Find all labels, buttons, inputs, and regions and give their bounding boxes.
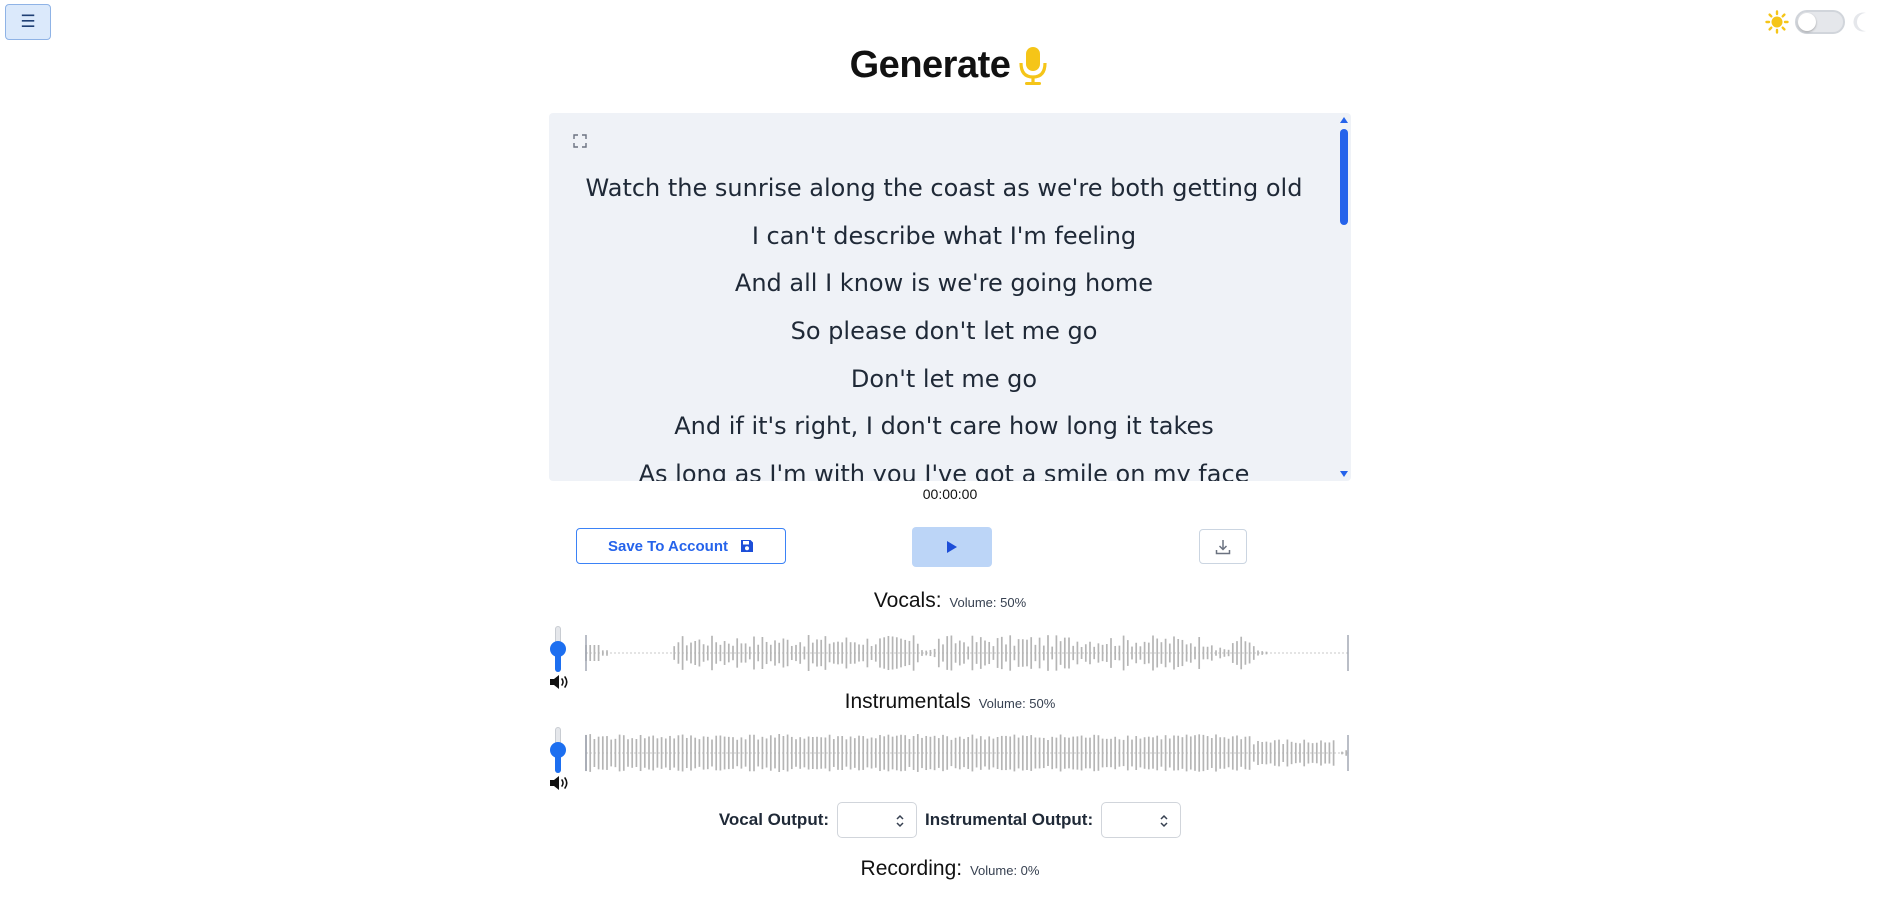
sun-icon	[1765, 10, 1789, 34]
lyric-line: And all I know is we're going home	[734, 269, 1154, 298]
instrumentals-track-header: Instrumentals Volume: 50%	[0, 690, 1879, 714]
instrumentals-speaker-icon[interactable]	[549, 775, 571, 791]
menu-button[interactable]: ☰	[5, 4, 51, 40]
lyric-line: Watch the sunrise along the coast as we'…	[585, 174, 1303, 202]
hamburger-icon: ☰	[20, 12, 36, 31]
vocals-waveform[interactable]	[584, 631, 1352, 675]
instrumentals-label: Instrumentals	[844, 690, 971, 713]
slider-thumb[interactable]	[550, 742, 566, 758]
instrumentals-volume-slider[interactable]	[550, 727, 566, 773]
theme-toggle-group	[1765, 10, 1871, 34]
expand-icon[interactable]	[572, 133, 588, 149]
chevron-updown-icon	[1160, 814, 1168, 828]
vocals-volume-slider[interactable]	[550, 626, 566, 672]
dark-mode-toggle[interactable]	[1795, 10, 1845, 34]
download-button[interactable]	[1199, 529, 1247, 564]
scrollbar-thumb[interactable]	[1340, 129, 1348, 225]
lyrics-lines: Watch the sunrise along the coast as we'…	[549, 165, 1339, 481]
save-button-label: Save To Account	[607, 537, 729, 555]
playback-timecode: 00:00:00	[922, 486, 978, 502]
lyrics-scrollbar[interactable]	[1337, 113, 1351, 481]
vocal-output-select[interactable]	[837, 802, 918, 838]
lyric-line: As long as I'm with you I've got a smile…	[638, 460, 1250, 481]
recording-track-header: Recording: Volume: 0%	[0, 857, 1879, 881]
vocals-speaker-icon[interactable]	[549, 674, 571, 690]
scroll-down-arrow-icon[interactable]	[1340, 471, 1348, 477]
page-title-row: Generate	[0, 44, 1879, 87]
play-icon	[947, 541, 957, 553]
save-to-account-button[interactable]: Save To Account	[576, 528, 786, 564]
output-selectors: Vocal Output: Instrumental Output:	[0, 802, 1879, 838]
instrumental-output-select[interactable]	[1101, 802, 1182, 838]
vocal-output-label: Vocal Output:	[718, 810, 830, 829]
lyric-line: So please don't let me go	[790, 317, 1098, 346]
recording-volume-readout: Volume: 0%	[970, 863, 1040, 878]
instrumentals-waveform[interactable]	[584, 731, 1352, 775]
scroll-up-arrow-icon[interactable]	[1340, 117, 1348, 123]
vocals-volume-readout: Volume: 50%	[949, 595, 1027, 610]
slider-thumb[interactable]	[550, 641, 566, 657]
lyric-line: And if it's right, I don't care how long…	[674, 412, 1214, 441]
play-button[interactable]	[912, 527, 992, 567]
recording-label: Recording:	[860, 857, 963, 880]
lyrics-panel[interactable]: Watch the sunrise along the coast as we'…	[549, 113, 1351, 481]
vocals-label: Vocals:	[873, 589, 942, 612]
vocals-track-header: Vocals: Volume: 50%	[0, 589, 1879, 613]
chevron-updown-icon	[896, 814, 904, 828]
download-icon	[1215, 539, 1231, 554]
page-title: Generate	[849, 44, 1011, 86]
instrumentals-volume-readout: Volume: 50%	[978, 696, 1056, 711]
instrumental-output-label: Instrumental Output:	[925, 810, 1094, 829]
lyric-line: I can't describe what I'm feeling	[751, 221, 1137, 250]
floppy-disk-icon	[741, 540, 754, 552]
moon-icon	[1853, 12, 1866, 32]
lyric-line: Don't let me go	[850, 364, 1038, 393]
toggle-knob	[1798, 13, 1816, 31]
microphone-icon	[1019, 46, 1047, 85]
